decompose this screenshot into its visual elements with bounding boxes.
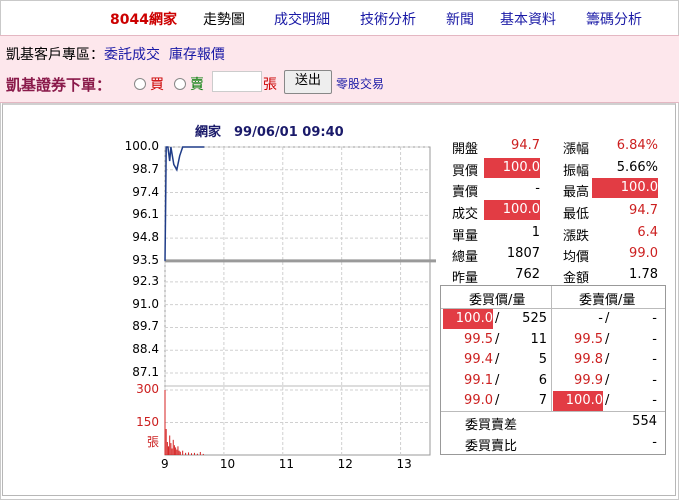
volume-tick-label: 張 [146, 435, 159, 449]
x-tick-label: 11 [278, 457, 295, 471]
low-label: 最低 [563, 207, 590, 222]
orderbook: 委買價/量 委賣價/量 100.0/525- / -99.5/11 99.5/-99.… [440, 285, 666, 455]
price-tick-label: 89.7 [132, 319, 159, 334]
orderbook-ask-price: 99.5 [574, 331, 603, 347]
chart-border [164, 146, 431, 456]
price-tick-label: 91.0 [132, 296, 159, 311]
amplitude-value: 5.66% [616, 160, 658, 175]
separator: / [605, 331, 610, 347]
price-tick-label: 94.8 [132, 230, 159, 245]
avg-label: 均價 [563, 250, 590, 265]
last-value: 100.0 [484, 200, 540, 220]
price-tick-label: 92.3 [132, 273, 159, 288]
amplitude-label: 振幅 [563, 164, 590, 179]
orderbook-ask-qty: - [652, 393, 657, 408]
total-label: 總量 [452, 250, 479, 265]
orderbook-bid-price: 99.1 [464, 372, 493, 388]
bid-header: 委買價/量 [469, 293, 526, 308]
volume-tick-label: 300 [136, 382, 159, 396]
price-tick-label: 93.5 [132, 252, 159, 267]
separator: / [605, 393, 610, 408]
orderbook-ask-price: 99.9 [574, 372, 603, 388]
open-value: 94.7 [511, 138, 540, 153]
x-tick-label: 10 [219, 457, 236, 471]
volume-tick-label: 150 [136, 414, 159, 429]
bid-value: 100.0 [484, 158, 540, 178]
ask-value: - [535, 181, 540, 196]
separator: / [605, 372, 610, 388]
price-tick-label: 98.7 [132, 161, 159, 176]
orderbook-bid-qty: 11 [530, 331, 547, 347]
orderbook-ask-qty: - [652, 352, 657, 367]
diff-value: 554 [632, 414, 657, 429]
orderbook-ask-price: 100.0 [553, 391, 603, 411]
orderbook-ask-price: 99.8 [574, 352, 603, 367]
separator: / [605, 352, 610, 367]
separator: / [495, 393, 500, 408]
separator: / [495, 372, 500, 388]
prev-label: 昨量 [452, 271, 479, 286]
low-value: 94.7 [629, 203, 658, 218]
price-line [164, 146, 205, 261]
bid-label: 買價 [452, 164, 479, 179]
separator: / [495, 311, 500, 326]
ratio-value: - [652, 435, 657, 450]
diff-label: 委買賣差 [465, 418, 518, 433]
change-value: 6.4 [637, 225, 658, 240]
open-label: 開盤 [452, 142, 479, 157]
separator: / [605, 311, 610, 326]
orderbook-bid-qty: 6 [538, 372, 547, 388]
price-tick-label: 87.1 [132, 365, 159, 379]
amount-label: 金額 [563, 271, 590, 286]
separator: / [495, 331, 500, 347]
price-tick-label: 96.1 [132, 207, 159, 222]
total-value: 1807 [506, 246, 540, 261]
price-tick-label: 100.0 [124, 139, 159, 153]
change-label: 漲跌 [563, 229, 590, 244]
single-value: 1 [531, 225, 540, 240]
ask-header: 委賣價/量 [579, 293, 636, 308]
x-tick-label: 9 [161, 457, 169, 471]
orderbook-bid-qty: 5 [538, 352, 547, 367]
orderbook-ask-price: - [598, 311, 603, 326]
change-pct-label: 漲幅 [563, 142, 590, 157]
orderbook-bid-price: 99.5 [464, 331, 493, 347]
orderbook-ask-qty: - [652, 331, 657, 347]
x-tick-label: 12 [337, 457, 353, 471]
avg-value: 99.0 [629, 246, 658, 261]
ratio-label: 委買賣比 [465, 439, 518, 454]
high-label: 最高 [563, 185, 590, 200]
orderbook-ask-qty: - [652, 311, 657, 326]
orderbook-ask-qty: - [652, 372, 657, 388]
orderbook-bid-qty: 525 [522, 311, 547, 326]
separator: / [495, 352, 500, 367]
orderbook-bid-price: 99.0 [464, 393, 493, 408]
ask-label: 賣價 [452, 185, 479, 200]
x-tick-label: 13 [396, 457, 412, 471]
last-label: 成交 [452, 207, 479, 222]
price-tick-label: 88.4 [132, 342, 159, 357]
high-value: 100.0 [592, 178, 658, 198]
orderbook-bid-qty: 7 [538, 393, 547, 408]
single-label: 單量 [452, 229, 479, 244]
orderbook-bid-price: 100.0 [443, 309, 493, 329]
prev-value: 762 [515, 267, 540, 282]
price-tick-label: 97.4 [132, 184, 159, 199]
change-pct-value: 6.84% [616, 138, 658, 153]
amount-value: 1.78 [629, 267, 658, 282]
orderbook-bid-price: 99.4 [464, 352, 493, 367]
